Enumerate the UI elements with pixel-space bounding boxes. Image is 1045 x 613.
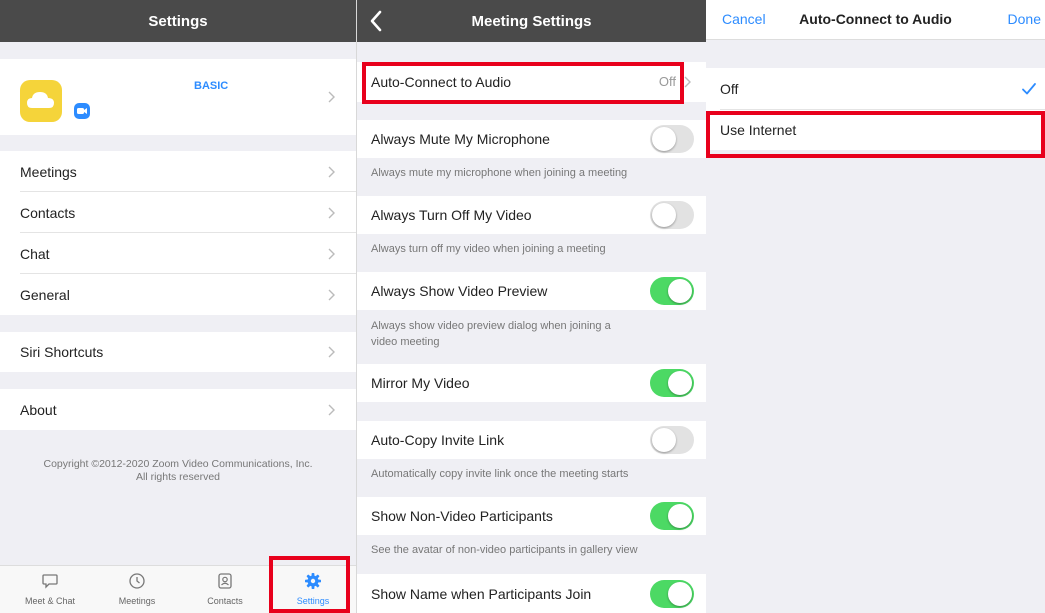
- settings-item-chat[interactable]: Chat: [0, 233, 356, 274]
- option-show-non-video-participants: Show Non-Video Participants: [357, 497, 706, 535]
- option-always-show-video-preview: Always Show Video Preview: [357, 272, 706, 310]
- audio-picker-header: Auto-Connect to Audio Cancel Done: [706, 0, 1045, 40]
- settings-item-label: Meetings: [20, 163, 77, 180]
- contacts-icon: [218, 573, 232, 589]
- option-label: Always Show Video Preview: [371, 283, 548, 299]
- settings-item-label: About: [20, 401, 57, 418]
- option-label: Always Mute My Microphone: [371, 131, 550, 147]
- tab-meet-chat[interactable]: Meet & Chat: [7, 566, 93, 613]
- chat-bubble-icon: [42, 574, 58, 589]
- settings-item-meetings[interactable]: Meetings: [0, 151, 356, 192]
- turn-off-video-toggle[interactable]: [650, 201, 694, 229]
- chevron-right-icon: [328, 207, 335, 218]
- meeting-settings-panel: Meeting Settings Auto-Connect to Audio O…: [356, 0, 706, 613]
- settings-header: Settings: [0, 0, 356, 42]
- cloud-icon: [27, 92, 54, 108]
- copyright-text: Copyright ©2012-2020 Zoom Video Communic…: [43, 458, 313, 483]
- option-hint: See the avatar of non-video participants…: [371, 544, 638, 556]
- settings-item-label: General: [20, 286, 70, 303]
- auto-connect-audio-row[interactable]: Auto-Connect to Audio Off: [357, 62, 706, 102]
- audio-option-use-internet[interactable]: Use Internet: [706, 110, 1045, 150]
- meeting-settings-title: Meeting Settings: [471, 12, 592, 30]
- option-auto-copy-invite-link: Auto-Copy Invite Link: [357, 421, 706, 459]
- chevron-right-icon: [328, 346, 335, 358]
- chevron-right-icon: [328, 289, 335, 300]
- option-label: Always Turn Off My Video: [371, 207, 532, 223]
- settings-item-general[interactable]: General: [0, 274, 356, 315]
- settings-item-contacts[interactable]: Contacts: [0, 192, 356, 233]
- option-hint: Automatically copy invite link once the …: [371, 468, 629, 480]
- meeting-settings-header: Meeting Settings: [357, 0, 706, 42]
- show-name-join-toggle[interactable]: [650, 579, 694, 608]
- tab-bar: Meet & Chat Meetings Contacts Settings: [0, 565, 356, 613]
- option-label: Show Name when Participants Join: [371, 585, 592, 602]
- option-hint: Always show video preview dialog when jo…: [371, 320, 611, 348]
- option-label: Show Non-Video Participants: [371, 508, 553, 524]
- plan-badge: BASIC: [194, 80, 229, 92]
- clock-icon: [129, 573, 145, 589]
- cancel-button[interactable]: Cancel: [722, 11, 766, 27]
- option-always-mute-microphone: Always Mute My Microphone: [357, 120, 706, 158]
- video-preview-toggle[interactable]: [650, 277, 694, 305]
- audio-option-label: Use Internet: [720, 122, 797, 138]
- settings-item-about[interactable]: About: [0, 389, 356, 430]
- profile-row[interactable]: [0, 59, 356, 135]
- auto-connect-label: Auto-Connect to Audio: [371, 74, 512, 90]
- auto-copy-invite-toggle[interactable]: [650, 426, 694, 454]
- done-button[interactable]: Done: [1008, 11, 1041, 27]
- avatar: [20, 80, 62, 122]
- tab-settings[interactable]: Settings: [270, 566, 356, 613]
- non-video-participants-toggle[interactable]: [650, 502, 694, 530]
- gear-icon: [305, 573, 321, 589]
- option-show-name-when-participants-join: Show Name when Participants Join: [357, 574, 706, 613]
- option-hint: Always turn off my video when joining a …: [371, 243, 606, 255]
- audio-option-off[interactable]: Off: [706, 68, 1045, 110]
- settings-item-label: Siri Shortcuts: [20, 344, 104, 360]
- settings-panel: Settings BASIC Meetings Contacts Chat Ge…: [0, 0, 356, 613]
- audio-option-label: Off: [720, 81, 739, 97]
- chevron-right-icon: [684, 76, 691, 88]
- settings-item-label: Chat: [20, 245, 50, 262]
- mirror-video-toggle[interactable]: [650, 369, 694, 397]
- auto-connect-value: Off: [658, 74, 676, 89]
- video-camera-icon: [74, 103, 90, 119]
- settings-item-label: Contacts: [20, 204, 76, 221]
- back-chevron-icon[interactable]: [369, 9, 383, 33]
- tab-contacts[interactable]: Contacts: [182, 566, 268, 613]
- tab-meetings[interactable]: Meetings: [94, 566, 180, 613]
- chevron-right-icon: [328, 166, 335, 177]
- mute-microphone-toggle[interactable]: [650, 125, 694, 153]
- settings-title: Settings: [148, 12, 208, 30]
- option-label: Auto-Copy Invite Link: [371, 432, 505, 448]
- chevron-right-icon: [328, 248, 335, 259]
- chevron-right-icon: [328, 404, 335, 415]
- settings-item-siri-shortcuts[interactable]: Siri Shortcuts: [0, 332, 356, 372]
- option-always-turn-off-video: Always Turn Off My Video: [357, 196, 706, 234]
- option-label: Mirror My Video: [371, 375, 470, 391]
- chevron-right-icon: [328, 91, 335, 103]
- option-mirror-my-video: Mirror My Video: [357, 364, 706, 402]
- option-hint: Always mute my microphone when joining a…: [371, 167, 628, 179]
- audio-picker-panel: Auto-Connect to Audio Cancel Done Off Us…: [706, 0, 1045, 613]
- checkmark-icon: [1022, 83, 1036, 95]
